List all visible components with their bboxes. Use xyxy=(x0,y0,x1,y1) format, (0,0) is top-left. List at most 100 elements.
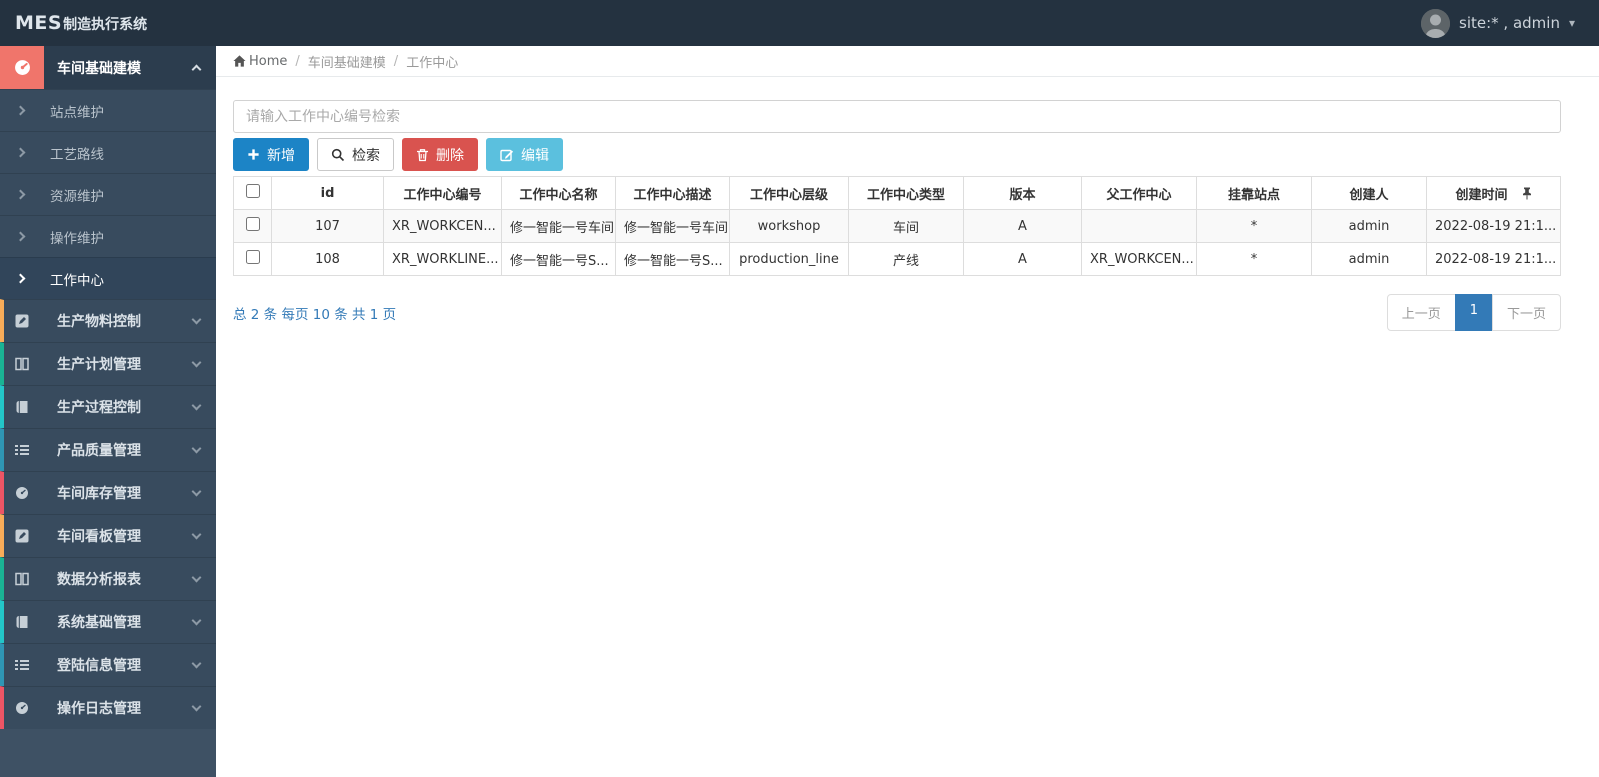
columns-icon xyxy=(4,572,40,586)
sidebar-item-label: 工艺路线 xyxy=(50,146,104,163)
page-1-button[interactable]: 1 xyxy=(1454,294,1493,331)
sidebar-group-system-management[interactable]: 系统基础管理 xyxy=(0,600,216,643)
sidebar-item-work-center[interactable]: 工作中心 xyxy=(0,257,216,299)
home-icon xyxy=(233,55,246,67)
sidebar-group-login-info-management[interactable]: 登陆信息管理 xyxy=(0,643,216,686)
caret-down-icon: ▾ xyxy=(1568,16,1575,30)
column-header-creator: 创建人 xyxy=(1311,176,1427,210)
breadcrumb-separator: / xyxy=(393,53,399,69)
sidebar-group-inventory-management[interactable]: 车间库存管理 xyxy=(0,471,216,514)
chevron-down-icon xyxy=(191,314,202,324)
next-page-button[interactable]: 下一页 xyxy=(1491,294,1561,331)
chevron-down-icon xyxy=(191,400,202,410)
sidebar-group-quality-management[interactable]: 产品质量管理 xyxy=(0,428,216,471)
sidebar-group-label: 车间基础建模 xyxy=(57,60,141,77)
chevron-down-icon xyxy=(191,486,202,496)
book-icon xyxy=(4,615,40,629)
brand-bold: MES xyxy=(15,12,63,34)
user-menu[interactable]: site:* , admin ▾ xyxy=(1421,8,1575,38)
cell-description: 修一智能一号车间 xyxy=(615,209,730,243)
cell-creator: admin xyxy=(1311,242,1427,276)
cell-name: 修一智能一号S... xyxy=(501,242,616,276)
row-checkbox[interactable] xyxy=(245,250,260,264)
chevron-down-icon xyxy=(191,572,202,582)
breadcrumb-separator: / xyxy=(295,53,300,69)
column-header-type: 工作中心类型 xyxy=(848,176,964,210)
dashboard-icon xyxy=(4,486,40,500)
sidebar-group-label: 生产过程控制 xyxy=(57,400,141,416)
search-input[interactable] xyxy=(233,100,1561,133)
user-label: site:* , admin xyxy=(1459,14,1560,32)
cell-id: 108 xyxy=(271,242,384,276)
cell-code: XR_WORKCEN... xyxy=(383,209,502,243)
sidebar-group-label: 操作日志管理 xyxy=(57,701,141,717)
cell-type: 产线 xyxy=(848,242,964,276)
work-center-table: id 工作中心编号 工作中心名称 工作中心描述 工作中心层级 工作中心类型 版本… xyxy=(233,176,1561,276)
sidebar-item-label: 操作维护 xyxy=(50,230,104,247)
table-row[interactable]: 108 XR_WORKLINE... 修一智能一号S... 修一智能一号S...… xyxy=(233,242,1561,276)
chevron-down-icon xyxy=(191,529,202,539)
sidebar-item-process-route[interactable]: 工艺路线 xyxy=(0,131,216,173)
delete-button[interactable]: 删除 xyxy=(402,138,478,171)
sidebar: 车间基础建模 站点维护 工艺路线 资源维护 操作维护 工作中心 生产物料控制 生… xyxy=(0,46,216,777)
book-icon xyxy=(4,400,40,414)
sidebar-group-material-control[interactable]: 生产物料控制 xyxy=(0,299,216,342)
column-header-description: 工作中心描述 xyxy=(615,176,730,210)
trash-icon xyxy=(417,148,428,161)
columns-icon xyxy=(4,357,40,371)
search-button[interactable]: 检索 xyxy=(317,138,394,171)
cell-level: workshop xyxy=(729,209,849,243)
pin-icon[interactable] xyxy=(1522,187,1532,200)
sidebar-group-plan-management[interactable]: 生产计划管理 xyxy=(0,342,216,385)
sidebar-group-label: 登陆信息管理 xyxy=(57,658,141,674)
chevron-right-icon xyxy=(15,105,26,116)
sidebar-item-operation-maintenance[interactable]: 操作维护 xyxy=(0,215,216,257)
cell-created-time: 2022-08-19 21:1... xyxy=(1426,242,1561,276)
edit-icon xyxy=(500,149,514,161)
pagination-bar: 总 2 条 每页 10 条 共 1 页 上一页 1 下一页 xyxy=(233,294,1561,331)
column-header-version: 版本 xyxy=(963,176,1082,210)
chevron-down-icon xyxy=(191,658,202,668)
sidebar-group-process-control[interactable]: 生产过程控制 xyxy=(0,385,216,428)
breadcrumb-home[interactable]: Home xyxy=(233,54,287,69)
search-icon xyxy=(331,148,345,161)
sidebar-group-label: 车间看板管理 xyxy=(57,529,141,545)
chevron-right-icon xyxy=(15,231,26,242)
breadcrumb-section[interactable]: 车间基础建模 xyxy=(308,52,386,71)
sidebar-group-label: 系统基础管理 xyxy=(57,615,141,631)
dashboard-icon xyxy=(0,46,44,89)
prev-page-button[interactable]: 上一页 xyxy=(1386,294,1456,331)
cell-id: 107 xyxy=(271,209,384,243)
sidebar-item-station-maintenance[interactable]: 站点维护 xyxy=(0,89,216,131)
cell-level: production_line xyxy=(729,242,849,276)
sidebar-menu: 车间基础建模 站点维护 工艺路线 资源维护 操作维护 工作中心 生产物料控制 生… xyxy=(0,46,216,729)
column-header-station: 挂靠站点 xyxy=(1196,176,1312,210)
brand-logo[interactable]: MES 制造执行系统 xyxy=(15,12,147,34)
column-header-created-time: 创建时间 xyxy=(1426,176,1561,210)
add-button[interactable]: 新增 xyxy=(233,138,309,171)
chevron-down-icon xyxy=(191,701,202,711)
select-all-checkbox[interactable] xyxy=(245,184,260,198)
main-area: Home / 车间基础建模 / 工作中心 新增 检索 xyxy=(216,46,1599,777)
row-checkbox[interactable] xyxy=(245,217,260,231)
sidebar-item-resource-maintenance[interactable]: 资源维护 xyxy=(0,173,216,215)
cell-creator: admin xyxy=(1311,209,1427,243)
top-navbar: MES 制造执行系统 site:* , admin ▾ xyxy=(0,0,1599,46)
brand-rest: 制造执行系统 xyxy=(63,17,148,33)
edit-icon xyxy=(4,314,40,328)
dashboard-icon xyxy=(4,701,40,715)
sidebar-group-kanban-management[interactable]: 车间看板管理 xyxy=(0,514,216,557)
column-header-name: 工作中心名称 xyxy=(501,176,616,210)
sidebar-group-label: 车间库存管理 xyxy=(57,486,141,502)
pager: 上一页 1 下一页 xyxy=(1386,294,1561,331)
person-icon xyxy=(1421,8,1451,38)
edit-button[interactable]: 编辑 xyxy=(486,138,563,171)
edit-icon xyxy=(4,529,40,543)
plus-icon xyxy=(248,149,259,160)
chevron-right-icon xyxy=(15,189,26,200)
sidebar-group-operation-log-management[interactable]: 操作日志管理 xyxy=(0,686,216,729)
sidebar-group-analytics-reports[interactable]: 数据分析报表 xyxy=(0,557,216,600)
table-row[interactable]: 107 XR_WORKCEN... 修一智能一号车间 修一智能一号车间 work… xyxy=(233,209,1561,243)
sidebar-group-workshop-modeling[interactable]: 车间基础建模 xyxy=(0,46,216,89)
cell-parent xyxy=(1081,209,1197,243)
